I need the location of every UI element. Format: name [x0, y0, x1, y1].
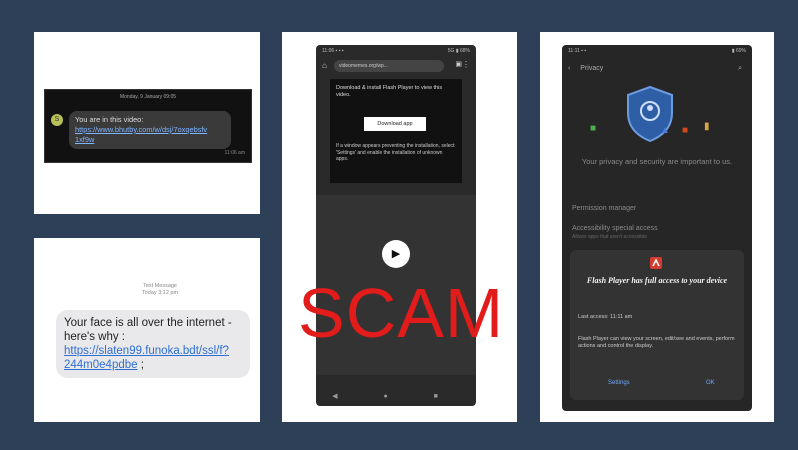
light-sms-screenshot: Text Message Today 3:12 pm Your face is … [34, 238, 260, 422]
phone-screen: 11:11 ▪ ▪ ▮ 69% ‹ Privacy ⌕ ■ ▲ ■ ▮ Your… [562, 45, 752, 411]
url-bar[interactable]: videomemes.org/wp... [334, 60, 444, 72]
message-bubble: You are in this video: https://www.bhutb… [69, 111, 231, 149]
back-arrow-icon[interactable]: ‹ [568, 65, 570, 72]
browser-toolbar: ⌂ videomemes.org/wp... ▣ ⋮ [320, 59, 472, 73]
privacy-tagline: Your privacy and security are important … [581, 157, 733, 166]
flash-player-icon [650, 257, 662, 269]
privacy-phone-screenshot: 11:11 ▪ ▪ ▮ 69% ‹ Privacy ⌕ ■ ▲ ■ ▮ Your… [540, 32, 774, 422]
sms-type-label: Text Message [143, 283, 177, 289]
status-right: 5G ▮ 68% [447, 48, 470, 54]
message-link[interactable]: https://www.bhutby.com/w/dsj/7oxqebsfv 1… [75, 125, 207, 144]
user-illustration-icon: ▲ [660, 125, 670, 136]
status-left: 11:06 ▪ ▪ ▪ [322, 48, 344, 54]
folder-illustration-icon: ■ [682, 125, 689, 136]
message-time: 11:06 am [224, 150, 245, 156]
sms-date-header: Monday, 9 January 09:05 [119, 94, 177, 100]
accessibility-sub: Allows apps that aren't accessible [572, 234, 647, 240]
lock-illustration-icon: ■ [590, 123, 597, 134]
page-title: Privacy [580, 65, 604, 72]
message-end: ; [137, 359, 144, 371]
nav-bar[interactable]: ◀ ● ■ [316, 392, 476, 400]
dark-sms-screenshot: Monday, 9 January 09:05 S You are in thi… [34, 32, 260, 214]
file-illustration-icon: ▮ [704, 121, 710, 132]
status-bar: 11:06 ▪ ▪ ▪ 5G ▮ 68% [316, 45, 476, 57]
home-icon[interactable]: ⌂ [322, 61, 327, 70]
install-dialog: Download & install Flash Player to view … [330, 79, 462, 183]
message-text: You are in this video: [75, 115, 144, 124]
accessibility-label: Accessibility special access [572, 225, 658, 232]
dialog-note: If a window appears preventing the insta… [336, 143, 455, 162]
app-bar: ‹ Privacy [568, 65, 603, 72]
dialog-title: Flash Player has full access to your dev… [586, 276, 728, 285]
avatar: S [51, 114, 63, 126]
access-dialog: Flash Player has full access to your dev… [570, 250, 744, 400]
message-text: Your face is all over the internet - her… [64, 317, 232, 343]
status-right: ▮ 69% [731, 48, 746, 54]
message-bubble: Your face is all over the internet - her… [56, 310, 250, 378]
message-link[interactable]: https://slaten99.funoka.bdt/ssl/f?244m0e… [64, 345, 229, 371]
dark-sms-thread: Monday, 9 January 09:05 S You are in thi… [44, 89, 252, 163]
settings-button[interactable]: Settings [608, 380, 630, 386]
scam-label: SCAM [298, 274, 505, 352]
last-access: Last access: 11:11 am [578, 314, 633, 320]
sms-timestamp: Today 3:12 pm [142, 290, 179, 296]
dialog-description: Flash Player can view your screen, edit/… [578, 336, 735, 349]
search-icon[interactable]: ⌕ [738, 65, 742, 73]
download-app-button[interactable]: Download app [364, 117, 426, 131]
ok-button[interactable]: OK [706, 380, 715, 386]
status-left: 11:11 ▪ ▪ [568, 48, 587, 54]
menu-icon[interactable]: ⋮ [462, 60, 470, 69]
accessibility-item[interactable]: Accessibility special access Allows apps… [572, 225, 658, 240]
dialog-text: Download & install Flash Player to view … [336, 85, 443, 98]
tabs-icon[interactable]: ▣ [455, 60, 462, 68]
play-icon[interactable]: ▶ [382, 240, 410, 268]
permission-manager-item[interactable]: Permission manager [572, 205, 636, 212]
sms-header: Text Message Today 3:12 pm [142, 283, 178, 297]
status-bar: 11:11 ▪ ▪ ▮ 69% [562, 45, 752, 57]
browser-phone-screenshot: 11:06 ▪ ▪ ▪ 5G ▮ 68% ⌂ videomemes.org/wp… [282, 32, 517, 422]
